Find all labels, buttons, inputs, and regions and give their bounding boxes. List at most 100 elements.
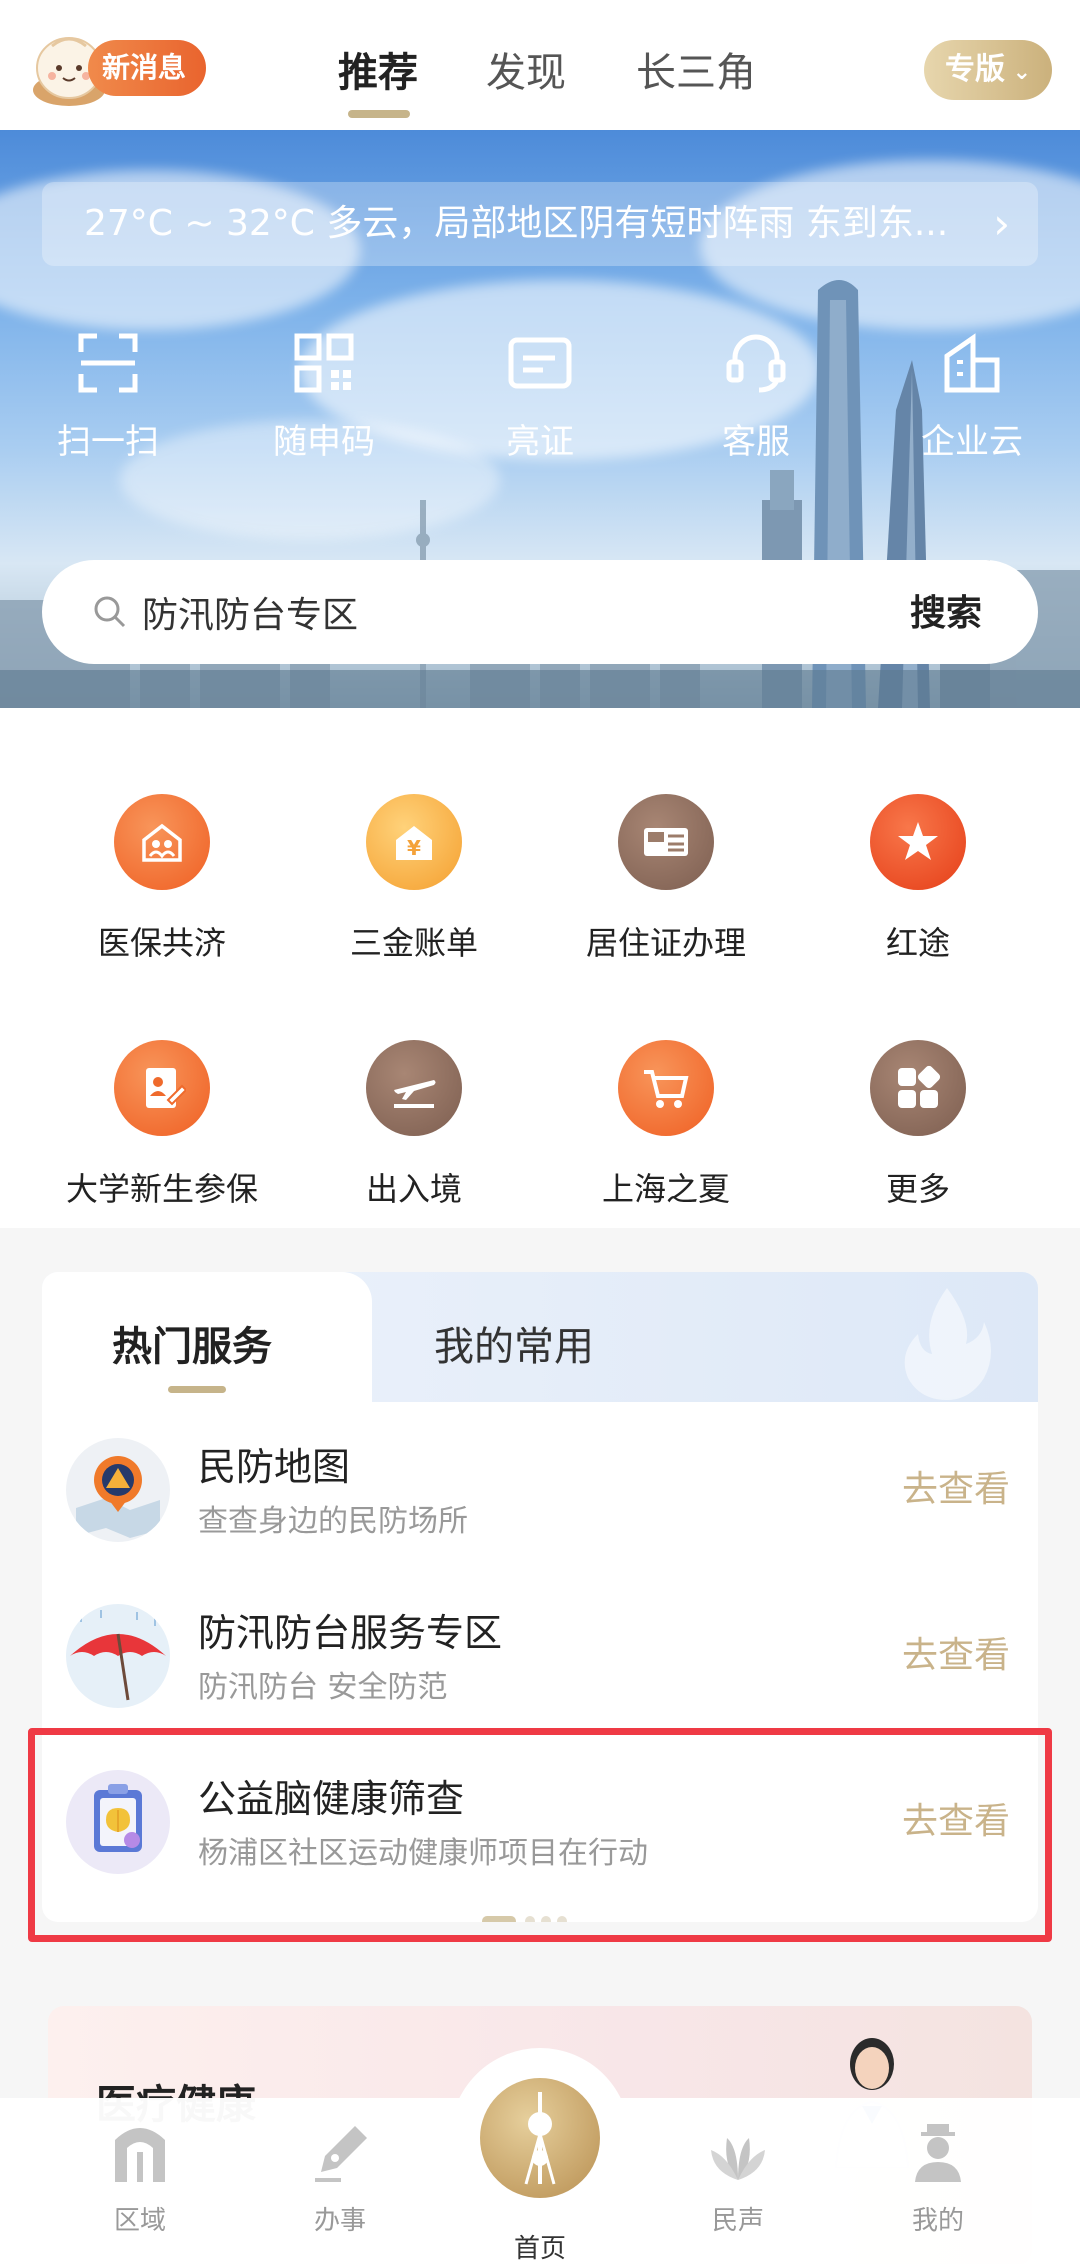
bottom-nav: 区域 办事 首页 民声 我的: [0, 2048, 1080, 2264]
pearl-tower-icon: [524, 2092, 556, 2185]
svg-text:¥: ¥: [407, 836, 421, 860]
service-medical-insurance[interactable]: 医保共济: [52, 794, 272, 964]
top-bar: 新消息 推荐 发现 长三角 专版 ⌄: [0, 0, 1080, 130]
list-item-brain-health-screening[interactable]: 公益脑健康筛查 杨浦区社区运动健康师项目在行动 去查看: [42, 1744, 1038, 1904]
item-title: 公益脑健康筛查: [198, 1777, 465, 1821]
family-house-icon: [142, 823, 182, 862]
qr-code-icon: [294, 333, 354, 393]
civil-defense-map-icon: [66, 1438, 170, 1542]
service-icon-circle: [870, 1040, 966, 1136]
item-title: 防汛防台服务专区: [198, 1611, 503, 1655]
residence-card-icon: [644, 828, 688, 856]
headset-icon: [726, 334, 786, 393]
pen-nib-icon: [315, 2126, 367, 2182]
item-title: 民防地图: [198, 1445, 351, 1489]
page-indicator: [482, 1916, 567, 1922]
quick-action-scan[interactable]: 扫一扫: [18, 330, 198, 463]
view-link[interactable]: 去查看: [902, 1792, 1010, 1844]
nav-label: 区域: [113, 2206, 166, 2236]
service-red-route[interactable]: 红途: [808, 794, 1028, 964]
search-icon: [94, 596, 126, 628]
service-label: 更多: [885, 1170, 950, 1208]
quick-action-label: 随申码: [273, 422, 375, 462]
service-label: 医保共济: [97, 924, 226, 962]
item-subtitle: 杨浦区社区运动健康师项目在行动: [198, 1836, 648, 1871]
building-icon: [944, 333, 1000, 393]
service-label: 出入境: [365, 1170, 462, 1208]
service-freshman-insurance[interactable]: 大学新生参保: [52, 1040, 272, 1210]
nav-label: 首页: [513, 2234, 566, 2264]
quick-action-label: 客服: [722, 422, 790, 462]
service-icon-circle: ¥: [366, 794, 462, 890]
active-tab-indicator: [348, 110, 410, 118]
quick-action-health-code[interactable]: 随申码: [234, 330, 414, 463]
nav-item-profile[interactable]: 我的: [868, 2122, 1008, 2237]
shopping-cart-icon: [644, 1070, 689, 1108]
list-item-civil-defense-map[interactable]: 民防地图 查查身边的民防场所 去查看: [42, 1412, 1038, 1572]
tab-my-frequent[interactable]: 我的常用: [434, 1314, 594, 1372]
quick-action-label: 企业云: [921, 422, 1023, 462]
service-entry-exit[interactable]: 出入境: [304, 1040, 524, 1210]
nav-item-services[interactable]: 办事: [270, 2122, 410, 2237]
search-input[interactable]: 防汛防台专区: [142, 586, 358, 638]
quick-action-customer-service[interactable]: 客服: [666, 330, 846, 463]
item-subtitle: 防汛防台 安全防范: [198, 1670, 448, 1705]
service-more[interactable]: 更多: [808, 1040, 1028, 1210]
search-button[interactable]: 搜索: [910, 584, 982, 636]
service-shanghai-summer[interactable]: 上海之夏: [556, 1040, 776, 1210]
id-card-icon: [508, 337, 572, 389]
quick-action-show-id[interactable]: 亮证: [450, 330, 630, 463]
nav-item-public-voice[interactable]: 民声: [668, 2122, 808, 2237]
list-item-flood-typhoon-zone[interactable]: 防汛防台服务专区 防汛防台 安全防范 去查看: [42, 1578, 1038, 1738]
yen-house-icon: ¥: [396, 826, 432, 860]
view-link[interactable]: 去查看: [902, 1626, 1010, 1678]
hot-services-tabs: 热门服务 我的常用: [42, 1272, 1038, 1402]
quick-action-label: 扫一扫: [57, 422, 159, 462]
service-label: 三金账单: [349, 924, 478, 962]
region-gate-icon: [115, 2128, 165, 2182]
active-tab-indicator: [168, 1386, 226, 1393]
nav-item-home[interactable]: 首页: [450, 2048, 630, 2264]
item-subtitle: 查查身边的民防场所: [198, 1504, 468, 1539]
student-form-icon: [146, 1068, 186, 1108]
view-link[interactable]: 去查看: [902, 1460, 1010, 1512]
services-grid: 医保共济 ¥ 三金账单 居住证办理 红途 大学新生参保 出入境 上海之夏 更多: [0, 708, 1080, 1228]
edition-button[interactable]: 专版 ⌄: [924, 40, 1052, 100]
flame-icon: [904, 1288, 991, 1400]
service-icon-circle: [618, 794, 714, 890]
nav-label: 办事: [313, 2206, 366, 2236]
tab-hot-services[interactable]: 热门服务: [112, 1314, 272, 1372]
nav-item-region[interactable]: 区域: [70, 2122, 210, 2237]
weather-banner[interactable]: 27°C ~ 32°C 多云，局部地区阴有短时阵雨 东到东... ›: [42, 182, 1038, 266]
chevron-right-icon: ›: [993, 199, 1010, 248]
umbrella-icon: [66, 1604, 170, 1708]
hot-services-card: 热门服务 我的常用 民防地图 查查身边的民防场所 去查看 防汛防台服务专区 防汛…: [42, 1272, 1038, 1922]
service-icon-circle: [618, 1040, 714, 1136]
service-label: 大学新生参保: [65, 1170, 258, 1208]
tab-yangtze-delta[interactable]: 长三角: [636, 40, 756, 98]
magnolia-icon: [711, 2138, 765, 2180]
service-icon-circle: [366, 1040, 462, 1136]
hero-banner: 27°C ~ 32°C 多云，局部地区阴有短时阵雨 东到东... › 扫一扫 随…: [0, 130, 1080, 708]
service-label: 红途: [885, 924, 950, 962]
quick-action-label: 亮证: [506, 422, 574, 462]
service-label: 居住证办理: [585, 924, 746, 962]
nav-label: 民声: [711, 2206, 764, 2236]
quick-action-enterprise-cloud[interactable]: 企业云: [882, 330, 1062, 463]
nav-label: 我的: [911, 2206, 964, 2236]
service-icon-circle: [114, 1040, 210, 1136]
service-residence-permit[interactable]: 居住证办理: [556, 794, 776, 964]
app-screen: 新消息 推荐 发现 长三角 专版 ⌄ 27°C ~ 32°C 多云，局部地区阴有…: [0, 0, 1080, 2264]
search-bar[interactable]: 防汛防台专区 搜索: [42, 560, 1038, 664]
scan-icon: [78, 333, 138, 393]
edition-button-label: 专版: [944, 52, 1005, 87]
star-flag-icon: [898, 822, 938, 860]
tab-discover[interactable]: 发现: [486, 40, 566, 98]
tab-recommend[interactable]: 推荐: [338, 40, 418, 98]
service-label: 上海之夏: [601, 1170, 730, 1208]
chevron-down-icon: ⌄: [1004, 60, 1032, 85]
brain-clipboard-icon: [66, 1770, 170, 1874]
more-grid-icon: [898, 1065, 941, 1108]
service-three-funds-bill[interactable]: ¥ 三金账单: [304, 794, 524, 964]
service-icon-circle: [870, 794, 966, 890]
